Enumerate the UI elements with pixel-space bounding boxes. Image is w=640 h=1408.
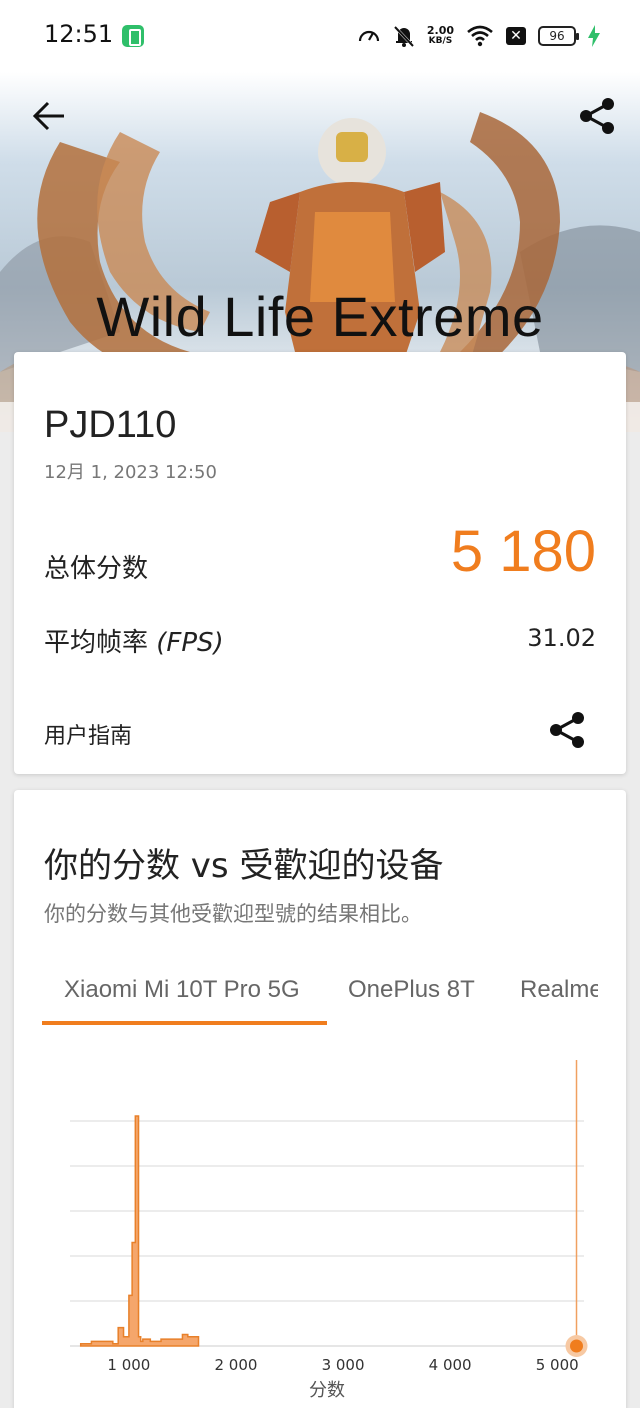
overall-score-value: 5 180 <box>450 519 596 584</box>
x-tick-label: 3 000 <box>322 1356 365 1374</box>
tab-realme[interactable]: Realme <box>520 976 598 1026</box>
charging-bolt-icon <box>588 25 600 47</box>
comparison-subtitle: 你的分数与其他受歡迎型號的结果相比。 <box>44 902 422 926</box>
status-bar: 12:51 2.00 KB/S ✕ 96 <box>0 0 640 72</box>
user-guide-link[interactable]: 用户指南 <box>44 718 132 750</box>
active-tab-indicator <box>42 1021 327 1025</box>
device-name: PJD110 <box>44 404 177 446</box>
mute-bell-icon <box>393 25 414 48</box>
speedometer-icon <box>358 30 379 42</box>
net-speed-unit: KB/S <box>428 36 453 46</box>
x-tick-label: 1 000 <box>107 1356 150 1374</box>
tab-oneplus-8t[interactable]: OnePlus 8T <box>348 976 475 1026</box>
x-tick-label: 4 000 <box>429 1356 472 1374</box>
comparison-card: 你的分数 vs 受歡迎的设备 你的分数与其他受歡迎型號的结果相比。 Xiaomi… <box>14 790 626 1408</box>
fps-label-unit: (FPS) <box>156 628 224 658</box>
score-distribution-chart: 1 000 2 000 3 000 4 000 5 000 分数 <box>70 1060 588 1401</box>
app-notification-icon <box>122 25 144 47</box>
net-speed: 2.00 KB/S <box>427 25 454 47</box>
fps-label: 平均帧率 (FPS) <box>44 622 224 659</box>
test-date: 12月 1, 2023 12:50 <box>44 462 217 483</box>
x-axis-label: 分数 <box>309 1380 345 1401</box>
battery-icon: 96 <box>538 26 579 46</box>
share-icon[interactable] <box>578 96 618 136</box>
fps-label-text: 平均帧率 <box>44 628 157 658</box>
status-time: 12:51 <box>44 20 114 48</box>
close-box-icon: ✕ <box>506 27 526 45</box>
your-score-marker <box>570 1339 584 1353</box>
overall-score-label: 总体分数 <box>44 554 149 584</box>
score-card: PJD110 12月 1, 2023 12:50 总体分数 5 180 平均帧率… <box>14 352 626 774</box>
back-arrow-icon[interactable] <box>30 98 70 134</box>
fps-value: 31.02 <box>527 624 596 652</box>
device-tabs: Xiaomi Mi 10T Pro 5G OnePlus 8T Realme <box>42 976 598 1026</box>
wifi-icon <box>467 25 493 47</box>
share-icon[interactable] <box>548 710 588 750</box>
benchmark-title: Wild Life Extreme <box>96 285 544 348</box>
x-tick-label: 2 000 <box>215 1356 258 1374</box>
comparison-title: 你的分数 vs 受歡迎的设备 <box>44 846 444 886</box>
tab-xiaomi-mi-10t-pro-5g[interactable]: Xiaomi Mi 10T Pro 5G <box>64 976 300 1026</box>
net-speed-value: 2.00 <box>426 24 454 37</box>
x-tick-label: 5 000 <box>536 1356 579 1374</box>
series-area-0 <box>79 1115 200 1347</box>
status-icons: 2.00 KB/S ✕ 96 <box>357 22 600 50</box>
